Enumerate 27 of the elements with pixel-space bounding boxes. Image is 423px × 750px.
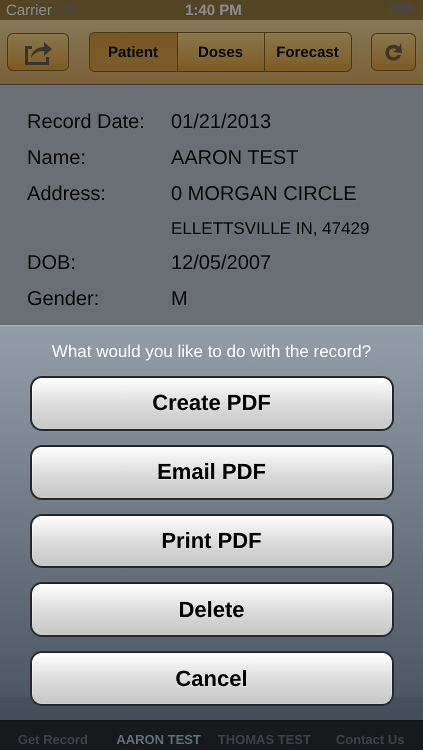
action-button[interactable]: Create PDF (30, 376, 394, 431)
tab-item[interactable]: AARON TEST (106, 732, 212, 747)
battery-icon (389, 4, 417, 16)
field-value: 0 MORGAN CIRCLE (171, 183, 357, 206)
action-button[interactable]: Delete (30, 582, 394, 638)
field-value: 12/05/2007 (171, 252, 272, 275)
field-value: AARON TEST (171, 147, 298, 170)
segment-tab[interactable]: Forecast (264, 33, 350, 71)
wifi-icon (58, 3, 78, 17)
field-label: DOB: (27, 252, 77, 275)
action-button[interactable]: Email PDF (30, 444, 394, 500)
share-button[interactable] (7, 33, 69, 71)
field-label: Address: (27, 183, 107, 206)
field-label: Record Date: (27, 111, 146, 134)
field-label: Name: (27, 147, 87, 170)
carrier-label: Carrier (6, 2, 52, 18)
clock: 1:40 PM (184, 2, 243, 18)
action-button[interactable]: Print PDF (30, 514, 394, 568)
field-value: ELLETTSVILLE IN, 47429 (171, 219, 370, 239)
action-sheet-title: What would you like to do with the record? (52, 342, 372, 362)
refresh-button[interactable] (371, 33, 416, 71)
field-value: M (171, 288, 188, 311)
segment-tab[interactable]: Doses (176, 33, 264, 71)
field-label: Gender: (27, 288, 100, 311)
action-button[interactable]: Cancel (30, 651, 394, 706)
segment-tab[interactable]: Patient (90, 33, 176, 71)
field-value: 01/21/2013 (171, 111, 272, 134)
